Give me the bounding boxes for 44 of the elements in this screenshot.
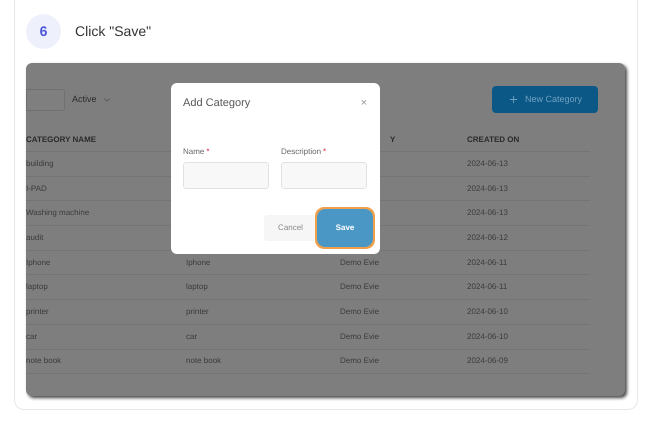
save-button[interactable]: Save (323, 214, 367, 240)
table-cell: audit (26, 232, 44, 242)
table-cell: Demo Evie (340, 282, 380, 292)
table-cell: Demo Evie (340, 332, 380, 341)
table-cell: printer (26, 306, 49, 316)
table-cell: car (26, 332, 38, 341)
table-cell: Demo Evie (340, 306, 380, 316)
column-header: Y (389, 134, 396, 146)
table-cell: Washing machine (26, 208, 90, 218)
table-cell: 2024-06-13 (467, 184, 508, 193)
table-cell: 2024-06-09 (467, 356, 508, 366)
input-field[interactable] (183, 162, 269, 188)
table-cell: laptop (26, 282, 48, 292)
input-field[interactable] (281, 162, 367, 188)
field-label: Name * (183, 146, 210, 158)
search-field[interactable] (26, 88, 65, 110)
table-cell: Iphone (26, 258, 50, 267)
step-instruction: Click "Save" (75, 22, 152, 41)
table-cell: car (186, 332, 198, 341)
column-header: CREATED ON (467, 134, 520, 146)
status-filter[interactable]: Active (72, 92, 112, 106)
plus-icon (508, 94, 519, 105)
column-header: CATEGORY NAME (26, 134, 98, 146)
table-cell: 2024-06-11 (467, 258, 508, 267)
field-label: Description * (281, 146, 328, 158)
table-cell: Demo Evie (340, 258, 380, 267)
close-button[interactable]: × (360, 95, 367, 112)
table-cell: 2024-06-13 (467, 158, 508, 168)
table-cell: I-PAD (26, 184, 47, 193)
table-cell: note book (26, 356, 62, 366)
table-cell: Demo Evie (340, 356, 380, 366)
cancel-button[interactable]: Cancel (264, 214, 317, 240)
table-cell: 2024-06-13 (467, 208, 508, 218)
table-cell: 2024-06-10 (467, 306, 508, 316)
table-cell: 2024-06-12 (467, 232, 508, 242)
table-cell: note book (186, 356, 222, 366)
table-cell: laptop (186, 282, 208, 292)
new-category-button[interactable]: New Category (492, 86, 598, 113)
table-cell: building (26, 158, 54, 168)
table-cell: 2024-06-10 (467, 332, 508, 341)
dialog-title: Add Category (183, 96, 250, 111)
table-cell: 2024-06-11 (467, 282, 508, 292)
table-cell: Iphone (186, 258, 210, 267)
table-cell: printer (186, 306, 209, 316)
